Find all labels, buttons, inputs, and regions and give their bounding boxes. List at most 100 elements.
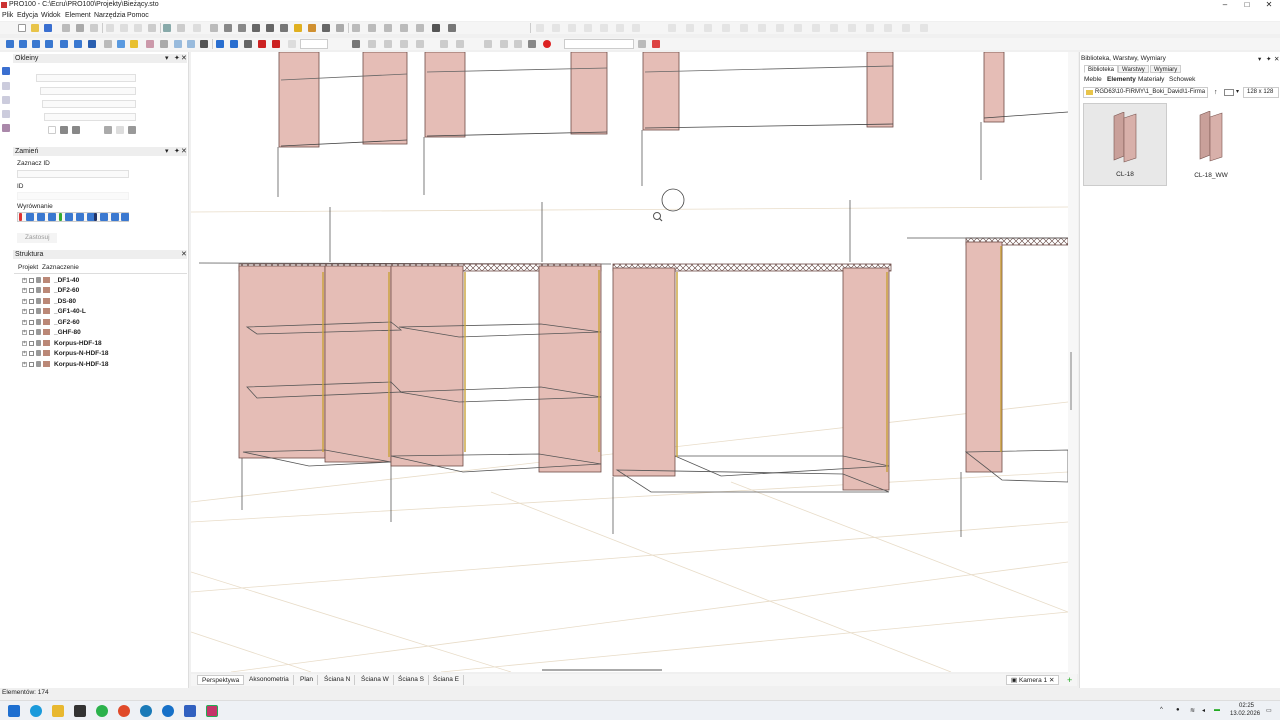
settings-icon[interactable] bbox=[193, 24, 201, 32]
menu-pomoc[interactable]: Pomoc bbox=[127, 12, 149, 19]
windows-start-icon[interactable] bbox=[8, 705, 20, 717]
distribute-j-icon[interactable] bbox=[830, 24, 838, 32]
tool-d-icon[interactable] bbox=[400, 24, 408, 32]
library-close-icon[interactable]: ✕ bbox=[1274, 55, 1279, 63]
distribute-g-icon[interactable] bbox=[776, 24, 784, 32]
align-right-icon[interactable] bbox=[48, 213, 56, 221]
distribute-o-icon[interactable] bbox=[920, 24, 928, 32]
show-icon[interactable] bbox=[440, 40, 448, 48]
align-f-icon[interactable] bbox=[616, 24, 624, 32]
tree-item[interactable]: + _DS-80 bbox=[22, 296, 76, 306]
view-top-icon[interactable] bbox=[60, 40, 68, 48]
light-icon[interactable] bbox=[294, 24, 302, 32]
pin-icon[interactable]: ✦ bbox=[174, 147, 180, 156]
snap-icon[interactable] bbox=[160, 40, 168, 48]
panel-dropdown-icon[interactable]: ▾ bbox=[165, 54, 169, 63]
group-icon[interactable] bbox=[352, 40, 360, 48]
subtab-meble[interactable]: Meble bbox=[1084, 76, 1102, 83]
cut-tool-icon[interactable] bbox=[2, 110, 10, 118]
whatsapp-icon[interactable] bbox=[96, 705, 108, 717]
file-explorer-icon[interactable] bbox=[52, 705, 64, 717]
texture-icon[interactable] bbox=[130, 40, 138, 48]
tab-sciana-n[interactable]: Ściana N bbox=[320, 675, 356, 685]
okleina-opt-5-icon[interactable] bbox=[116, 126, 124, 134]
edge-tool-icon[interactable] bbox=[2, 82, 10, 90]
panel-dropdown-icon[interactable]: ▾ bbox=[165, 147, 169, 156]
redo-icon[interactable] bbox=[177, 24, 185, 32]
view-mode-icon[interactable] bbox=[1224, 89, 1234, 96]
shade-icon[interactable] bbox=[117, 40, 125, 48]
chrome-icon[interactable] bbox=[118, 705, 130, 717]
up-folder-icon[interactable]: ↑ bbox=[1214, 89, 1218, 96]
distribute-l-icon[interactable] bbox=[866, 24, 874, 32]
print-icon[interactable] bbox=[62, 24, 70, 32]
okleina-field-4[interactable] bbox=[44, 113, 136, 121]
tab-projekt[interactable]: Projekt bbox=[18, 264, 38, 271]
tree-item[interactable]: + _DF2-60 bbox=[22, 285, 79, 295]
zoom-combo[interactable] bbox=[300, 39, 328, 49]
maximize-button[interactable]: □ bbox=[1240, 0, 1254, 10]
volume-icon[interactable]: ◂ bbox=[1202, 707, 1205, 714]
align-green-icon[interactable] bbox=[59, 213, 62, 221]
library-pin-icon[interactable]: ✦ bbox=[1266, 55, 1271, 63]
tab-zaznaczenie[interactable]: Zaznaczenie bbox=[42, 264, 79, 271]
okleina-opt-1-icon[interactable] bbox=[48, 126, 56, 134]
zoom-window-icon[interactable] bbox=[224, 24, 232, 32]
mirror-icon[interactable] bbox=[456, 40, 464, 48]
select-id-combo[interactable] bbox=[17, 170, 129, 178]
distribute-c-icon[interactable] bbox=[704, 24, 712, 32]
add-view-button[interactable]: + bbox=[1063, 675, 1076, 685]
distribute-k-icon[interactable] bbox=[848, 24, 856, 32]
app-c-icon[interactable] bbox=[184, 705, 196, 717]
subtab-elementy[interactable]: Elementy bbox=[1107, 76, 1136, 83]
camera-tab[interactable]: ▣ Kamera 1 ✕ bbox=[1006, 675, 1060, 685]
view-back-icon[interactable] bbox=[19, 40, 27, 48]
okleina-field-2[interactable] bbox=[40, 87, 136, 95]
layer-remove-icon[interactable] bbox=[652, 40, 660, 48]
stop-icon[interactable] bbox=[543, 40, 551, 48]
panel-close-icon[interactable]: ✕ bbox=[181, 147, 187, 156]
grid-icon[interactable] bbox=[174, 40, 182, 48]
split-icon[interactable] bbox=[514, 40, 522, 48]
3d-viewport[interactable] bbox=[191, 52, 1068, 672]
distribute-b-icon[interactable] bbox=[686, 24, 694, 32]
material-icon[interactable] bbox=[146, 40, 154, 48]
view-right-icon[interactable] bbox=[45, 40, 53, 48]
layer-icon[interactable] bbox=[336, 24, 344, 32]
library-dropdown-icon[interactable]: ▾ bbox=[1258, 55, 1261, 63]
tree-item[interactable]: + Korpus-N-HDF-18 bbox=[22, 359, 109, 369]
thumb-size-combo[interactable]: 128 x 128 bbox=[1243, 87, 1279, 98]
align-depth-icon[interactable] bbox=[111, 213, 119, 221]
menu-element[interactable]: Element bbox=[65, 12, 91, 19]
scale-icon[interactable] bbox=[244, 40, 252, 48]
target-icon[interactable] bbox=[272, 40, 280, 48]
app-b-icon[interactable] bbox=[162, 705, 174, 717]
cut-icon[interactable] bbox=[90, 24, 98, 32]
camera-close-icon[interactable]: ✕ bbox=[1047, 677, 1054, 684]
okleina-opt-2-icon[interactable] bbox=[60, 126, 68, 134]
okleina-field-1[interactable] bbox=[36, 74, 136, 82]
view-left-icon[interactable] bbox=[32, 40, 40, 48]
ungroup-icon[interactable] bbox=[368, 40, 376, 48]
close-button[interactable]: ✕ bbox=[1262, 0, 1276, 10]
mic-icon[interactable]: ● bbox=[1176, 707, 1180, 713]
distribute-f-icon[interactable] bbox=[758, 24, 766, 32]
wire-icon[interactable] bbox=[104, 40, 112, 48]
lock-icon[interactable] bbox=[384, 40, 392, 48]
move-icon[interactable] bbox=[216, 40, 224, 48]
subtab-materialy[interactable]: Materiały bbox=[1138, 76, 1164, 83]
app-a-icon[interactable] bbox=[140, 705, 152, 717]
align-red-icon[interactable] bbox=[19, 213, 22, 221]
tree-item[interactable]: + _GF1-40-L bbox=[22, 306, 86, 316]
battery-icon[interactable]: ▬ bbox=[1214, 707, 1220, 713]
pan-icon[interactable] bbox=[252, 24, 260, 32]
align-back-icon[interactable] bbox=[121, 213, 129, 221]
save-icon[interactable] bbox=[44, 24, 52, 32]
distribute-h-icon[interactable] bbox=[794, 24, 802, 32]
tool-c-icon[interactable] bbox=[384, 24, 392, 32]
clock-time[interactable]: 02:25 bbox=[1236, 703, 1254, 709]
rotate-icon[interactable] bbox=[230, 40, 238, 48]
ortho-icon[interactable] bbox=[187, 40, 195, 48]
menu-edycja[interactable]: Edycja bbox=[17, 12, 38, 19]
menu-plik[interactable]: Plik bbox=[2, 12, 13, 19]
